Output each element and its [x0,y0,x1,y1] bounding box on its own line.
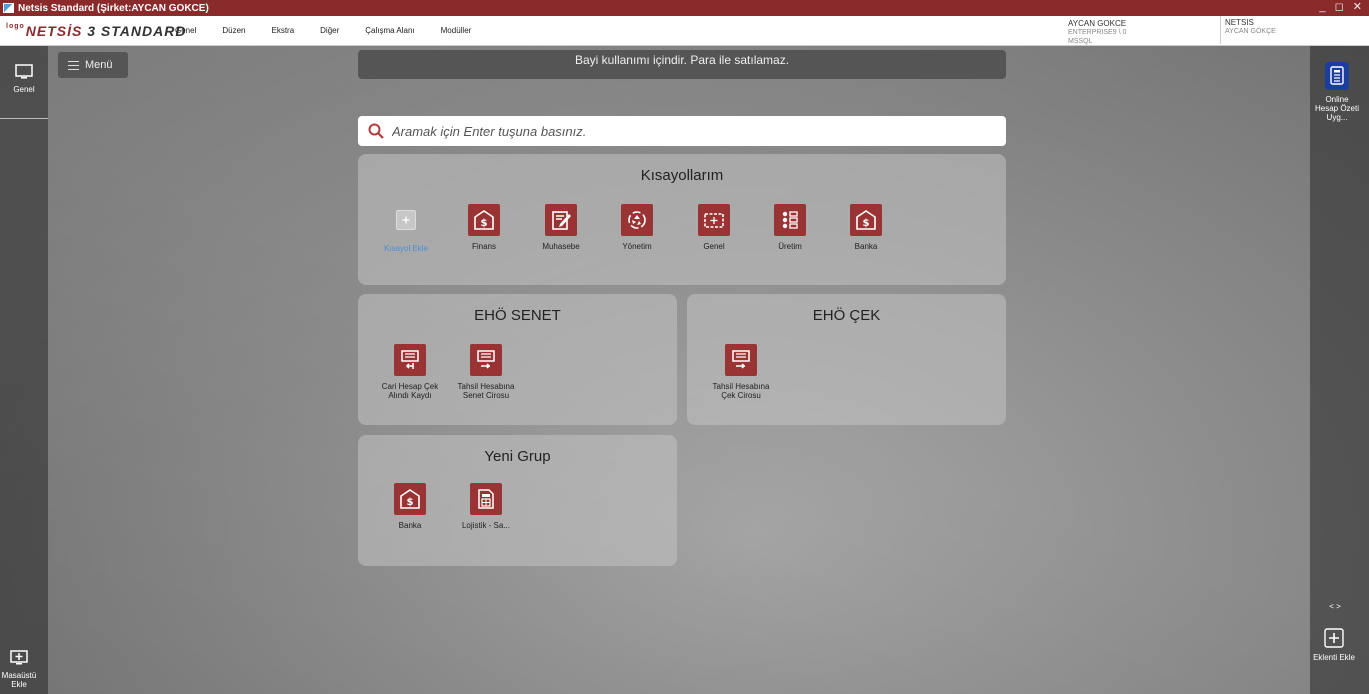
shortcut-muhasebe[interactable]: Muhasebe [531,204,591,251]
app-icon [3,3,14,13]
svg-text:$: $ [481,218,488,229]
menu-calisma-alani[interactable]: Çalışma Alanı [365,26,414,35]
add-shortcut-button[interactable]: Kısayol Ekle [376,204,436,253]
online-hesap-button[interactable]: Online Hesap Özeti Uyg... [1310,62,1364,122]
group-title: Yeni Grup [484,448,551,465]
company-info[interactable]: NETSIS AYCAN GÖKÇE [1220,16,1276,44]
tile-tahsil-cek-ciro[interactable]: Tahsil Hesabına Çek Cirosu [711,344,771,400]
tile-lojistik[interactable]: Lojistik - Sa... [456,483,516,530]
tile-cari-hesap-cek[interactable]: Cari Hesap Çek Alındı Kaydı [380,344,440,400]
check-in-icon [394,344,426,376]
search-input[interactable] [392,123,972,139]
group-ehos-senet: EHÖ SENET Cari Hesap Çek Alındı Kaydı Ta… [358,294,677,425]
svg-text:$: $ [407,497,414,508]
group-title: EHÖ ÇEK [812,307,881,324]
sidebar-divider [0,118,48,119]
tile-tahsil-senet-ciro[interactable]: Tahsil Hesabına Senet Cirosu [456,344,516,400]
add-monitor-icon [10,650,28,665]
menu-moduller[interactable]: Modüller [441,26,472,35]
add-desktop-button[interactable]: Masaüstü Ekle [0,650,38,689]
dealer-notice: Bayi kullanımı içindir. Para ile satılam… [358,50,1006,79]
check-out-icon [725,344,757,376]
shortcut-finans[interactable]: $ Finans [454,204,514,251]
group-title: EHÖ SENET [474,307,561,324]
right-sidebar: Online Hesap Özeti Uyg... < > Eklenti Ek… [1310,46,1369,694]
menu-button[interactable]: Menü [58,52,128,78]
window-controls[interactable]: _ ◻ ✕ [1319,0,1365,13]
shortcut-genel[interactable]: Genel [684,204,744,251]
search-icon [368,123,384,139]
ledger-edit-icon [545,204,577,236]
genel-button[interactable]: Genel [0,64,48,94]
menu-duzen[interactable]: Düzen [222,26,245,35]
window-title: Netsis Standard (Şirket:AYCAN GOKCE) [18,2,209,14]
dollar-icon: $ [850,204,882,236]
plus-box-icon [1324,628,1344,648]
shortcuts-panel: Kısayollarım Kısayol Ekle $ Finans Muhas… [358,154,1006,285]
dollar-icon: $ [468,204,500,236]
hamburger-icon [68,60,79,70]
shortcut-yonetim[interactable]: Yönetim [607,204,667,251]
main-menu: Genel Düzen Ekstra Diğer Çalışma Alanı M… [175,26,497,35]
shortcuts-title: Kısayollarım [640,167,724,184]
menu-diger[interactable]: Diğer [320,26,339,35]
document-icon [1325,62,1349,90]
add-plugin-button[interactable]: Eklenti Ekle [1310,628,1358,662]
svg-text:$: $ [863,218,870,229]
recycle-icon [621,204,653,236]
shortcut-banka[interactable]: $ Banka [836,204,896,251]
shortcut-uretim[interactable]: Üretim [760,204,820,251]
left-sidebar: Genel Masaüstü Ekle [0,46,48,694]
dollar-icon: $ [394,483,426,515]
group-yeni-grup: Yeni Grup $ Banka Lojistik - Sa... [358,435,677,566]
check-out-icon [470,344,502,376]
search-bar [358,116,1006,146]
menu-bar: logoNETSİS 3 STANDARD Genel Düzen Ekstra… [0,16,1369,46]
plus-icon [396,210,416,230]
tile-banka[interactable]: $ Banka [380,483,440,530]
group-eho-cek: EHÖ ÇEK Tahsil Hesabına Çek Cirosu [687,294,1006,425]
checklist-icon [774,204,806,236]
monitor-icon [15,64,33,79]
calculator-icon [470,483,502,515]
menu-genel[interactable]: Genel [175,26,196,35]
title-bar: Netsis Standard (Şirket:AYCAN GOKCE) _ ◻… [0,0,1369,16]
menu-ekstra[interactable]: Ekstra [271,26,294,35]
dashboard-icon [698,204,730,236]
netsis-logo: logoNETSİS 3 STANDARD [6,23,187,39]
user-info[interactable]: AYCAN GOKCE ENTERPRISE9 \ 0 MSSQL [1068,19,1126,46]
plugin-nav-arrows[interactable]: < > [1310,602,1360,611]
